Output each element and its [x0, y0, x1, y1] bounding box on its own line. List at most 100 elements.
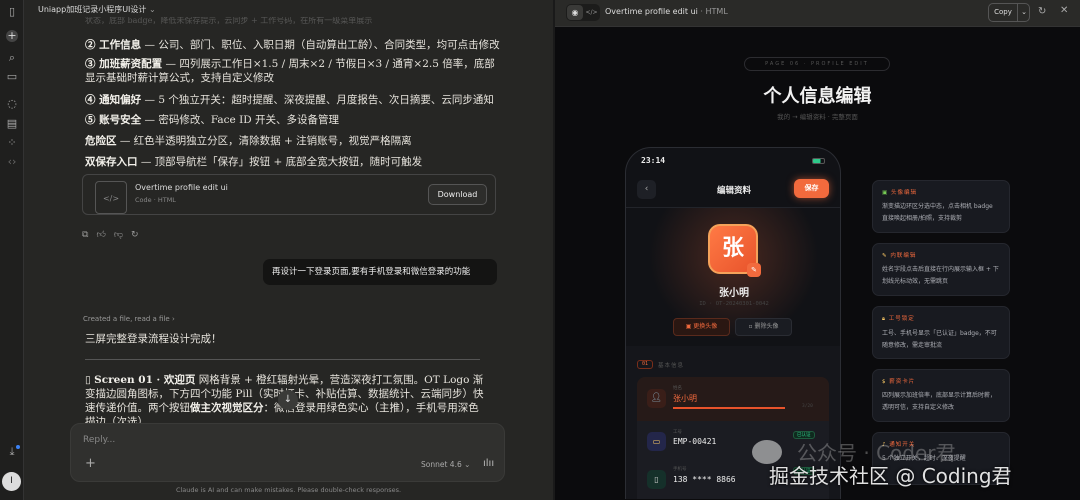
message-actions: ⧉👍︎👎︎↻: [82, 230, 147, 240]
note-title: 薪资卡片: [889, 379, 916, 385]
list-item: ③ 加班薪资配置 — 四列展示工作日×1.5 / 周末×2 / 节假日×3 / …: [85, 57, 505, 85]
sidebar-toggle-icon[interactable]: ▯: [4, 4, 20, 20]
save-button[interactable]: 保存: [794, 179, 829, 198]
plus-icon[interactable]: +: [85, 456, 96, 471]
reply-box: Reply... + Sonnet 4.6 ⌄ ılıı: [70, 423, 505, 482]
field-label: 手机号: [673, 467, 687, 472]
change-avatar-button[interactable]: ▣ 更换头像: [673, 318, 730, 336]
note-body: 四列展示加班倍率，底部显示计算后时薪，透明可信，支持自定义修改: [882, 392, 997, 411]
phone-number-value: 138 **** 8866: [673, 475, 736, 484]
battery-icon: [812, 158, 825, 164]
item-text: — 公司、部门、职位、入职日期（自动算出工龄）、合同类型，均可点击修改: [141, 39, 500, 51]
thumbs-up-icon[interactable]: 👍︎: [96, 230, 113, 240]
retry-icon[interactable]: ↻: [131, 230, 147, 240]
item-heading: ③ 加班薪资配置: [85, 58, 163, 70]
screen-emphasis: 做主次视觉区分: [190, 402, 264, 414]
projects-icon[interactable]: ▭: [4, 69, 20, 85]
image-icon: ▣: [882, 190, 889, 196]
chevron-down-icon: ⌄: [464, 460, 471, 469]
copy-options-chevron-icon[interactable]: ⌄: [1018, 4, 1030, 21]
conversation-title-text: Uniapp加班记录小程序UI设计: [38, 5, 147, 14]
lock-icon: 🔒︎: [882, 316, 886, 322]
copy-button-group: Copy ⌄: [988, 3, 1030, 22]
delete-avatar-label: 删除头像: [754, 323, 779, 330]
reply-intro: 三屏完整登录流程设计完成！: [85, 333, 222, 345]
item-text: — 红色半透明独立分区，清除数据 + 注销账号，视觉严格隔离: [116, 135, 412, 147]
artifact-card[interactable]: </> Overtime profile edit ui Code · HTML…: [82, 174, 496, 215]
list-item: ④ 通知偏好 — 5 个独立开关：超时提醒、深夜提醒、月度报告、次日摘要、云同步…: [85, 92, 505, 109]
field-label: 工号: [673, 430, 682, 435]
notification-dot: [16, 445, 20, 449]
section-title: 基本信息: [658, 363, 685, 369]
page-subheading: 我的 → 编辑资料 · 完整页面: [777, 113, 858, 121]
note-card: ✎ 内联编辑姓名字段点击后直接在行内展示输入框 + 下划线光标动效，无需跳页: [872, 243, 1010, 296]
preview-eye-icon[interactable]: ◉: [567, 5, 583, 20]
money-bag-icon: $: [882, 379, 887, 385]
item-heading: 危险区: [85, 135, 117, 147]
model-selector[interactable]: Sonnet 4.6 ⌄: [421, 460, 470, 469]
list-item: ② 工作信息 — 公司、部门、职位、入职日期（自动算出工龄）、合同类型，均可点击…: [85, 37, 505, 54]
voice-icon[interactable]: ılıı: [483, 458, 494, 469]
user-message-bubble: 再设计一下登录页面,要有手机登录和微信登录的功能: [263, 259, 497, 285]
screen-heading: Screen 01 · 欢迎页: [94, 374, 196, 386]
delete-avatar-button[interactable]: ▫ 删除头像: [735, 318, 792, 336]
name-field-row[interactable]: 👤︎ 姓名 张小明 3/20: [637, 377, 829, 421]
list-item: 危险区 — 红色半透明独立分区，清除数据 + 注销账号，视觉严格隔离: [85, 133, 505, 150]
refresh-icon[interactable]: ↻: [1038, 6, 1046, 17]
apps-icon[interactable]: ⁘: [4, 135, 20, 151]
item-text: — 5 个独立开关：超时提醒、深夜提醒、月度报告、次日摘要、云同步通知: [141, 94, 494, 106]
image-icon: ▣: [685, 323, 692, 330]
trash-icon: ▫: [748, 323, 753, 330]
code-view-icon[interactable]: </>: [584, 5, 599, 20]
tool-summary-text: Created a file, read a file: [83, 315, 170, 323]
note-title: 工号锁定: [888, 316, 915, 322]
item-heading: ② 工作信息: [85, 39, 142, 51]
sidebar: ▯ + ⌕ ▭ ◌ ▤ ⁘ ‹› ⤓ I: [0, 0, 24, 500]
note-card: 🔒︎ 工号锁定工号、手机号显示「已认证」badge，不可随意修改，需走审批流: [872, 306, 1010, 359]
user-icon: 👤︎: [647, 389, 666, 408]
item-text: — 密码修改、Face ID 开关、多设备管理: [141, 114, 339, 126]
copy-icon[interactable]: ⧉: [82, 230, 96, 240]
profile-id: ID · OT-20240301-0042: [699, 301, 769, 307]
chat-panel: Uniapp加班记录小程序UI设计 ⌄ 状态，底部 badge，降低未保存提示，…: [24, 0, 553, 500]
chats-icon[interactable]: ◌: [4, 96, 20, 112]
truncated-line: 状态，底部 badge，降低未保存提示，云同步 + 工作号码，在所有一级菜单展示: [85, 17, 373, 25]
change-avatar-label: 更换头像: [693, 323, 718, 330]
tool-summary[interactable]: Created a file, read a file ›: [83, 315, 175, 323]
close-icon[interactable]: ✕: [1060, 5, 1068, 16]
artifacts-icon[interactable]: ▤: [4, 116, 20, 132]
copy-button[interactable]: Copy: [989, 4, 1018, 21]
char-count: 3/20: [802, 404, 813, 409]
search-icon[interactable]: ⌕: [4, 50, 20, 66]
disclaimer: Claude is AI and can make mistakes. Plea…: [175, 486, 402, 494]
new-chat-icon[interactable]: +: [6, 30, 18, 42]
field-label: 姓名: [673, 386, 682, 391]
profile-name: 张小明: [719, 288, 749, 299]
reply-input[interactable]: Reply...: [83, 435, 115, 445]
code-icon[interactable]: ‹›: [4, 154, 20, 170]
item-text: — 顶部导航栏「保存」按钮 + 底部全宽大按钮，随时可触发: [137, 156, 423, 168]
chevron-down-icon: ⌄: [148, 5, 156, 14]
artifact-title: Overtime profile edit ui: [135, 183, 228, 192]
divider: [85, 359, 480, 360]
avatar[interactable]: I: [2, 472, 21, 491]
status-time: 23:14: [641, 156, 666, 165]
note-body: 姓名字段点击后直接在行内展示输入框 + 下划线光标动效，无需跳页: [882, 266, 999, 285]
download-button[interactable]: Download: [428, 184, 487, 205]
pencil-icon: ✎: [882, 253, 888, 259]
thumbs-down-icon[interactable]: 👎︎: [114, 230, 131, 240]
scroll-down-button[interactable]: ↓: [278, 390, 298, 410]
note-body: 工号、手机号显示「已认证」badge，不可随意修改，需走审批流: [882, 330, 997, 349]
camera-edit-icon[interactable]: ✎: [747, 263, 761, 277]
artifact-subtitle: Code · HTML: [135, 196, 176, 204]
note-title: 内联编辑: [890, 253, 917, 259]
view-toggle: ◉ </>: [566, 4, 600, 21]
conversation-title[interactable]: Uniapp加班记录小程序UI设计 ⌄: [38, 4, 156, 15]
input-underline: [673, 407, 785, 409]
name-input[interactable]: 张小明: [673, 393, 697, 404]
list-item: 双保存入口 — 顶部导航栏「保存」按钮 + 底部全宽大按钮，随时可触发: [85, 154, 505, 171]
chevron-right-icon: ›: [171, 315, 175, 323]
page-heading: 个人信息编辑: [763, 86, 872, 107]
code-file-icon: </>: [95, 181, 127, 214]
id-card-icon: ▭: [647, 432, 666, 451]
